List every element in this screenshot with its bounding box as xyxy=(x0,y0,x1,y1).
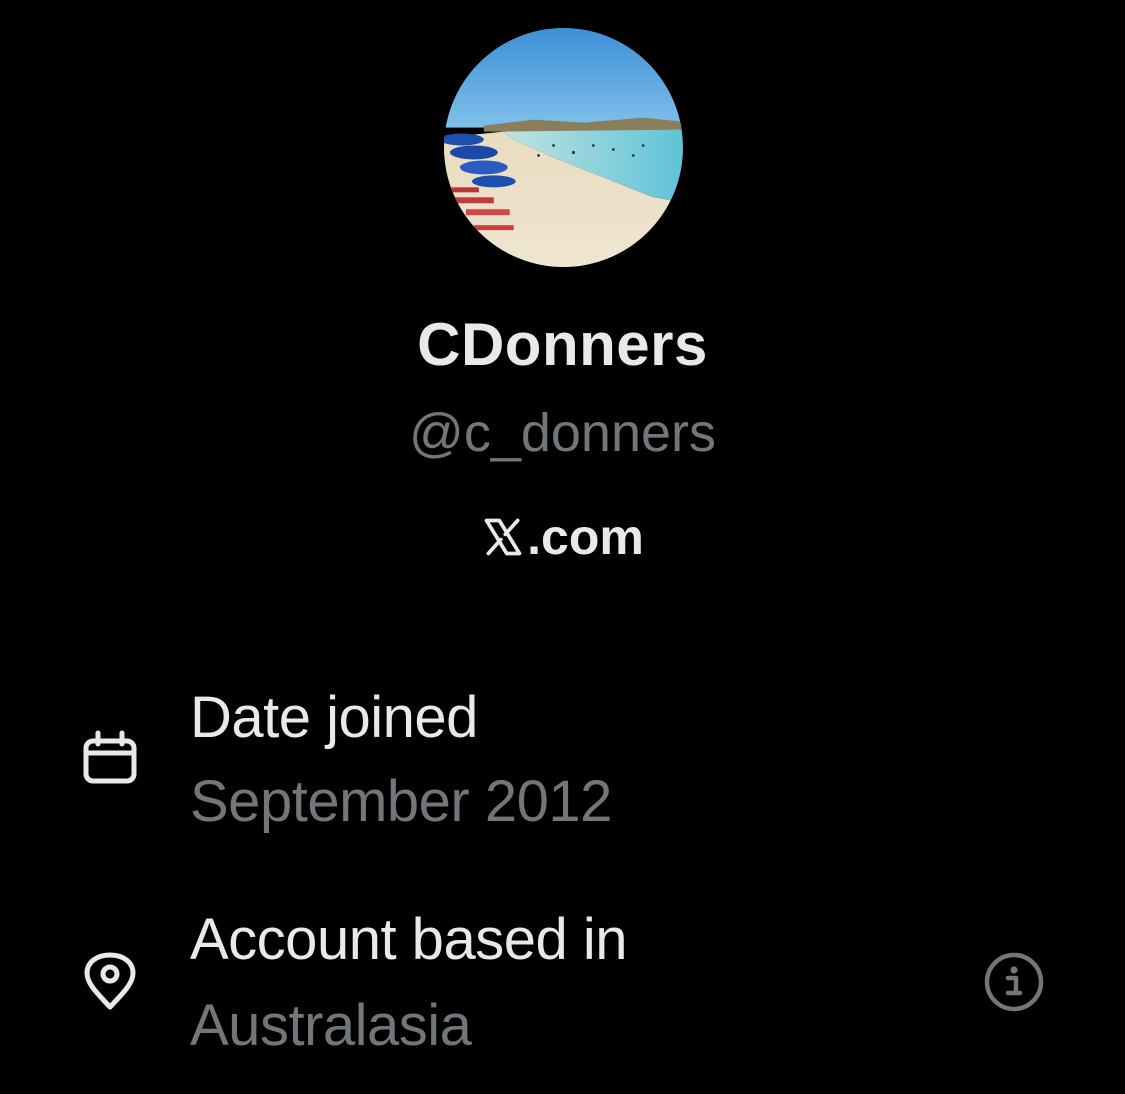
account-based-in-value: Australasia xyxy=(190,993,472,1058)
account-based-in-row: Account based in Australasia xyxy=(0,906,1125,1066)
info-icon[interactable] xyxy=(983,951,1045,1013)
calendar-icon xyxy=(80,728,140,788)
brand-line: .com xyxy=(0,508,1125,566)
profile-avatar[interactable] xyxy=(444,28,683,267)
location-pin-icon xyxy=(80,952,140,1012)
display-name: CDonners xyxy=(417,311,708,378)
x-logo-icon xyxy=(481,515,525,559)
date-joined-row: Date joined September 2012 xyxy=(0,680,1125,840)
username-handle: @c_donners xyxy=(409,403,716,463)
account-based-in-label: Account based in xyxy=(190,907,627,972)
date-joined-label: Date joined xyxy=(190,685,478,750)
date-joined-value: September 2012 xyxy=(190,769,612,834)
brand-suffix: .com xyxy=(527,509,644,565)
